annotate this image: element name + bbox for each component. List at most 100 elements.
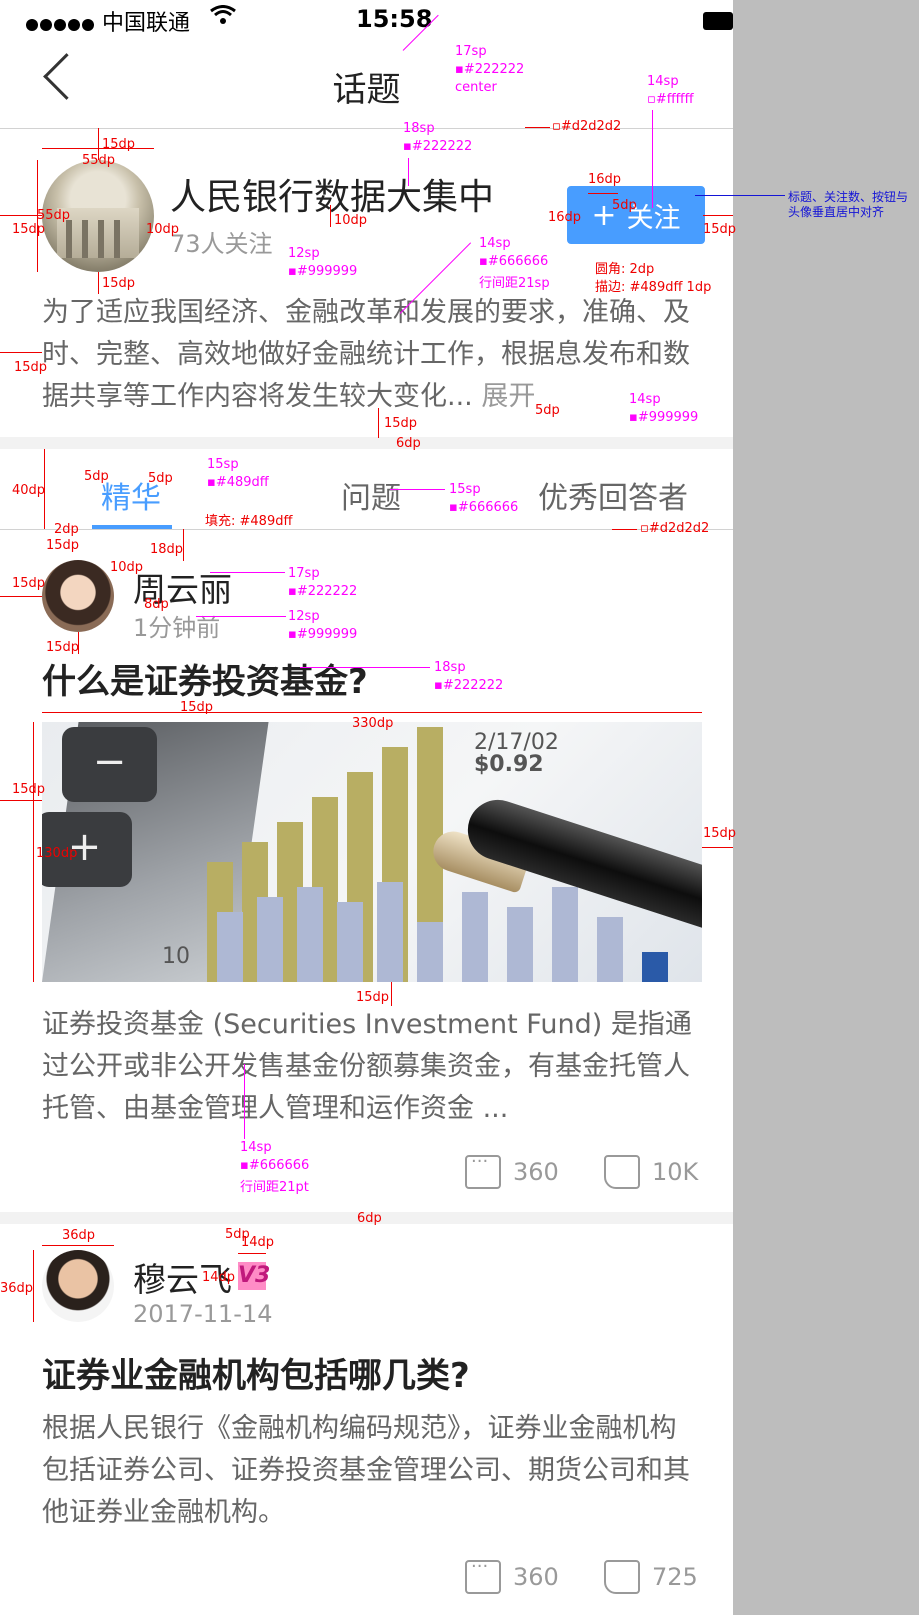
page-title: 话题	[332, 70, 401, 110]
chart-bar	[297, 887, 323, 982]
annotation-leader	[652, 110, 653, 208]
dimension-label: 15dp	[703, 826, 737, 841]
chart-bar	[507, 907, 533, 982]
annotation-color: ▪#666666	[240, 1158, 310, 1173]
dimension-label: 16dp	[588, 172, 622, 187]
annotation-size: 17sp	[288, 566, 320, 581]
dimension-label: 14dp	[202, 1270, 236, 1285]
annotation-align: center	[455, 80, 497, 95]
chart-bar	[462, 892, 488, 982]
like-icon	[604, 1560, 640, 1594]
tab-questions[interactable]: 问题	[341, 473, 401, 517]
dimension-line	[703, 215, 733, 216]
avatar[interactable]	[42, 1250, 114, 1322]
annotation-color: ▪#222222	[403, 139, 473, 154]
annotation-color-text: #999999	[296, 264, 358, 279]
annotation-color-text: #999999	[637, 410, 699, 425]
topic-follow-count: 73人关注	[170, 230, 273, 258]
tab-top-answerers[interactable]: 优秀回答者	[538, 473, 688, 517]
annotation-color: ▫#ffffff	[647, 92, 694, 107]
chart-bar	[337, 902, 363, 982]
dimension-line	[183, 529, 184, 561]
dimension-label: 10dp	[334, 213, 368, 228]
dimension-label: 15dp	[12, 782, 46, 797]
dimension-label: 10dp	[146, 222, 180, 237]
section-divider	[0, 437, 733, 449]
image-price-text: $0.92	[474, 752, 544, 777]
dimension-label: 10dp	[110, 560, 144, 575]
annotation-color-text: #222222	[296, 584, 358, 599]
dimension-label: 5dp	[535, 403, 560, 418]
like-action[interactable]: 725	[604, 1560, 698, 1594]
chart-bar	[417, 922, 443, 982]
dimension-line	[0, 215, 42, 216]
annotation-color-text: #999999	[296, 627, 358, 642]
comment-action[interactable]: 360	[465, 1556, 559, 1594]
dimension-label: 15dp	[703, 222, 737, 237]
status-time: 15:58	[356, 5, 433, 33]
annotation-size: 14sp	[479, 236, 511, 251]
dimension-label: 15dp	[102, 276, 136, 291]
annotation-size: 18sp	[434, 660, 466, 675]
carrier-label: 中国联通	[102, 11, 191, 36]
dimension-label: 16dp	[548, 210, 582, 225]
post-body: 根据人民银行《金融机构编码规范》，证券业金融机构包括证券公司、证券投资基金管理公…	[42, 1413, 690, 1528]
annotation-color: ▫#d2d2d2	[552, 119, 622, 134]
chart-bar	[552, 887, 578, 982]
topic-description: 为了适应我国经济、金融改革和发展的要求，准确、及时、完整、高效地做好金融统计工作…	[42, 292, 702, 418]
dimension-label: 5dp	[148, 471, 173, 486]
annotation-size: 14sp	[240, 1140, 272, 1155]
dimension-label: 6dp	[396, 436, 421, 451]
like-count: 10K	[652, 1158, 699, 1186]
annotation-leader	[300, 667, 430, 668]
like-count: 725	[652, 1563, 698, 1591]
dimension-label: 8dp	[144, 597, 169, 612]
post-image[interactable]: − + 2/17/02 $0.92 10	[42, 722, 702, 982]
annotation-leader	[612, 529, 637, 530]
dimension-label: 15dp	[46, 640, 80, 655]
dimension-label: 15dp	[180, 700, 214, 715]
phone-screen: 中国联通 15:58 话题 人民银行数据大集中 73人关注 + 关注 为了适应我…	[0, 0, 733, 1615]
dimension-label: 14dp	[241, 1235, 275, 1250]
annotation-color-text: #d2d2d2	[560, 119, 622, 134]
like-action[interactable]: 10K	[604, 1155, 698, 1189]
post-title[interactable]: 证券业金融机构包括哪几类?	[42, 1348, 470, 1397]
dimension-label: 15dp	[102, 137, 136, 152]
annotation-stroke: 描边: #489dff 1dp	[595, 280, 712, 295]
chart-bar	[377, 882, 403, 982]
annotation-color: ▫#d2d2d2	[640, 521, 710, 536]
annotation-color-text: #666666	[457, 500, 519, 515]
dimension-line	[378, 408, 379, 438]
comment-count: 360	[513, 1158, 559, 1186]
post-time: 1分钟前	[133, 614, 221, 642]
annotation-color-text: #ffffff	[655, 92, 694, 107]
dimension-line	[33, 1250, 34, 1322]
annotation-leader	[210, 572, 285, 573]
annotation-size: 18sp	[403, 121, 435, 136]
dimension-label: 18dp	[150, 542, 184, 557]
annotation-color-text: #666666	[487, 254, 549, 269]
annotation-color: ▪#666666	[479, 254, 549, 269]
annotation-color: ▪#666666	[449, 500, 519, 515]
dimension-line	[98, 272, 99, 294]
dimension-label: 5dp	[84, 469, 109, 484]
annotation-color: ▪#999999	[288, 264, 358, 279]
dimension-label: 15dp	[12, 222, 46, 237]
dimension-label: 130dp	[36, 846, 78, 861]
chart-bar	[642, 952, 668, 982]
follow-button[interactable]: + 关注	[567, 186, 705, 244]
annotation-leader	[390, 489, 445, 490]
post-title[interactable]: 什么是证券投资基金?	[42, 654, 368, 703]
tab-indicator	[92, 525, 172, 529]
expand-link[interactable]: 展开	[481, 381, 535, 412]
dimension-label: 6dp	[357, 1211, 382, 1226]
dimension-label: 55dp	[82, 153, 116, 168]
dimension-label: 40dp	[12, 483, 46, 498]
annotation-color: ▪#999999	[629, 410, 699, 425]
annotation-color-text: #d2d2d2	[648, 521, 710, 536]
chart-bar	[217, 912, 243, 982]
annotation-color: ▪#489dff	[207, 475, 269, 490]
avatar[interactable]	[42, 560, 114, 632]
annotation-line-height: 行间距21pt	[240, 1180, 309, 1195]
comment-action[interactable]: 360	[465, 1151, 559, 1189]
